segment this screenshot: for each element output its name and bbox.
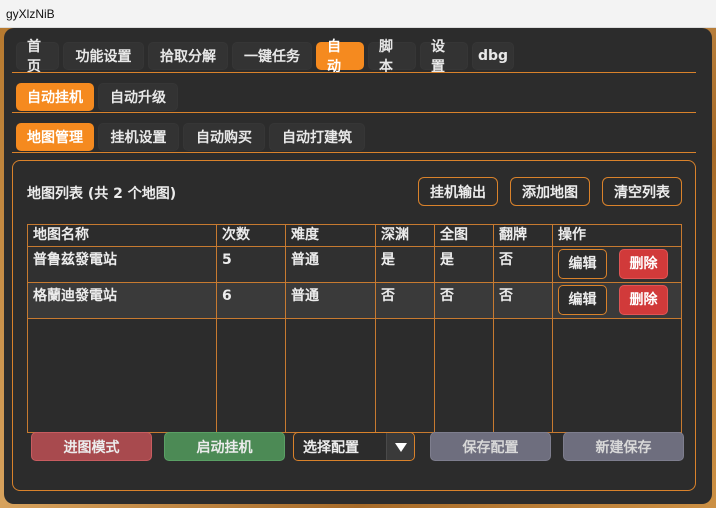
tab-auto-purchase[interactable]: 自动购买 (183, 123, 265, 151)
cell-flip: 否 (493, 282, 553, 319)
sub-tabbar: 自动挂机 自动升级 (16, 83, 182, 111)
tab-map-management[interactable]: 地图管理 (16, 123, 94, 151)
config-select-value: 选择配置 (303, 439, 359, 456)
tab-dbg[interactable]: dbg (472, 42, 514, 70)
cell-abyss: 否 (375, 282, 435, 319)
divider-main-tabs (12, 72, 696, 73)
divider-sub2-tabs (12, 152, 696, 153)
tab-pickup-decompose[interactable]: 拾取分解 (148, 42, 228, 70)
col-header-abyss: 深渊 (375, 224, 435, 247)
tab-auto-upgrade[interactable]: 自动升级 (98, 83, 178, 111)
col-header-actions: 操作 (552, 224, 682, 247)
cell-fullmap: 是 (434, 246, 494, 283)
chevron-down-icon[interactable] (386, 433, 414, 460)
col-header-fullmap: 全图 (434, 224, 494, 247)
col-header-difficulty: 难度 (285, 224, 376, 247)
table-row: 格蘭迪發電站 6 普通 否 否 否 编辑 删除 (27, 282, 682, 319)
col-header-flip: 翻牌 (493, 224, 553, 247)
table-header-row: 地图名称 次数 难度 深渊 全图 翻牌 操作 (27, 224, 682, 247)
tab-one-click-tasks[interactable]: 一键任务 (232, 42, 312, 70)
table-row: 普鲁兹發電站 5 普通 是 是 否 编辑 删除 (27, 246, 682, 283)
save-config-button[interactable]: 保存配置 (430, 432, 551, 461)
tab-auto-build[interactable]: 自动打建筑 (269, 123, 365, 151)
config-select[interactable]: 选择配置 (293, 432, 415, 461)
output-button[interactable]: 挂机输出 (418, 177, 498, 206)
edit-button[interactable]: 编辑 (558, 285, 607, 315)
main-tabbar: 首页 功能设置 拾取分解 一键任务 自动 脚本 设置 dbg (16, 39, 518, 75)
cell-name: 格蘭迪發電站 (27, 282, 217, 319)
cell-name: 普鲁兹發電站 (27, 246, 217, 283)
map-list-title: 地图列表 (共 2 个地图) (27, 186, 177, 202)
clear-list-button[interactable]: 清空列表 (602, 177, 682, 206)
window-title: gyXlzNiB (6, 7, 55, 21)
tab-home[interactable]: 首页 (16, 39, 59, 75)
cell-flip: 否 (493, 246, 553, 283)
enter-mode-button[interactable]: 进图模式 (31, 432, 152, 461)
tab-script[interactable]: 脚本 (368, 39, 416, 75)
tab-settings[interactable]: 设置 (420, 39, 468, 75)
cell-difficulty: 普通 (285, 282, 376, 319)
cell-actions: 编辑 删除 (552, 282, 682, 319)
map-table: 地图名称 次数 难度 深渊 全图 翻牌 操作 普鲁兹發電站 5 普通 是 是 否… (27, 224, 682, 433)
cell-difficulty: 普通 (285, 246, 376, 283)
divider-sub-tabs (12, 112, 696, 113)
cell-count: 5 (216, 246, 286, 283)
cell-count: 6 (216, 282, 286, 319)
tab-auto-idle[interactable]: 自动挂机 (16, 83, 94, 111)
col-header-name: 地图名称 (27, 224, 217, 247)
delete-button[interactable]: 删除 (619, 285, 668, 315)
add-map-button[interactable]: 添加地图 (510, 177, 590, 206)
window-titlebar: gyXlzNiB (0, 0, 716, 28)
new-save-button[interactable]: 新建保存 (563, 432, 684, 461)
col-header-count: 次数 (216, 224, 286, 247)
delete-button[interactable]: 删除 (619, 249, 668, 279)
cell-fullmap: 否 (434, 282, 494, 319)
sub2-tabbar: 地图管理 挂机设置 自动购买 自动打建筑 (16, 123, 369, 151)
tab-function-settings[interactable]: 功能设置 (63, 42, 144, 70)
table-empty-area (27, 318, 682, 433)
tab-auto[interactable]: 自动 (316, 39, 364, 75)
tab-idle-settings[interactable]: 挂机设置 (98, 123, 179, 151)
cell-actions: 编辑 删除 (552, 246, 682, 283)
edit-button[interactable]: 编辑 (558, 249, 607, 279)
cell-abyss: 是 (375, 246, 435, 283)
start-idle-button[interactable]: 启动挂机 (164, 432, 285, 461)
